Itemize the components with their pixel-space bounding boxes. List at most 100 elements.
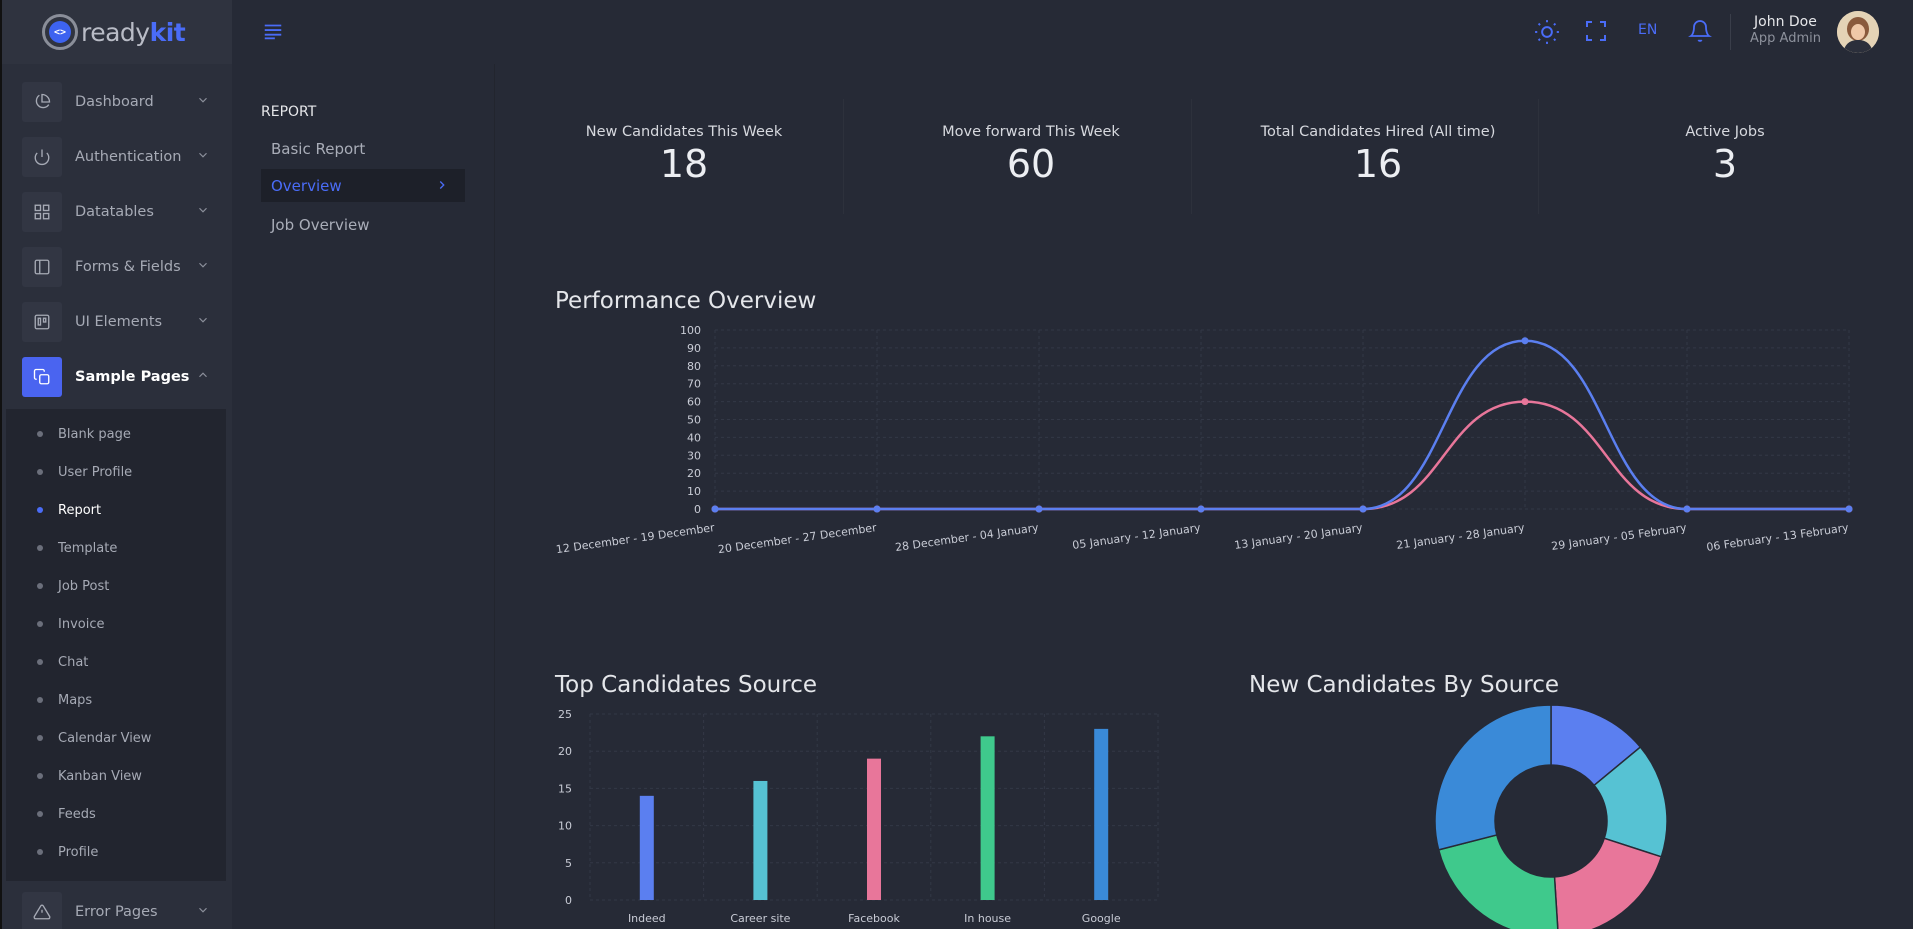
stat-active-jobs: Active Jobs 3 — [1575, 124, 1875, 186]
sidebar-item-error-pages[interactable]: Error Pages — [22, 889, 212, 929]
bar — [753, 780, 768, 900]
stat-value: 16 — [1353, 142, 1403, 186]
y-tick-label: 40 — [687, 431, 701, 444]
data-point — [1521, 398, 1529, 406]
stat-value: 18 — [659, 142, 709, 186]
sidebar-item-dashboard[interactable]: Dashboard — [22, 79, 212, 124]
submenu-item-label: Invoice — [58, 616, 105, 632]
sidebar-item-label: Authentication — [75, 148, 182, 165]
submenu-item-kanban-view[interactable]: Kanban View — [6, 757, 226, 795]
submenu-item-maps[interactable]: Maps — [6, 681, 226, 719]
chevron-up-icon — [199, 372, 207, 378]
grid-icon — [22, 191, 62, 232]
subnav-item-basic-report[interactable]: Basic Report — [261, 132, 465, 165]
y-tick-label: 15 — [558, 782, 572, 795]
x-tick-label: 13 January - 20 January — [1234, 521, 1364, 552]
x-tick-label: Google — [1082, 912, 1121, 925]
power-icon — [22, 136, 62, 177]
y-tick-label: 100 — [680, 324, 701, 337]
submenu-item-label: Feeds — [58, 806, 96, 822]
chevron-down-icon — [199, 262, 207, 268]
sidebar-item-authentication[interactable]: Authentication — [22, 134, 212, 179]
sidebar-item-forms-fields[interactable]: Forms & Fields — [22, 244, 212, 289]
report-subnav: REPORT Basic Report Overview Job Overvie… — [232, 64, 495, 929]
submenu-item-calendar-view[interactable]: Calendar View — [6, 719, 226, 757]
copy-icon — [22, 356, 62, 397]
sidebar: <> readykit Dashboard Authentication Dat… — [0, 0, 232, 929]
menu-toggle-icon[interactable] — [262, 20, 284, 42]
chevron-down-icon — [199, 97, 207, 103]
sun-icon[interactable] — [1534, 19, 1560, 45]
submenu-item-feeds[interactable]: Feeds — [6, 795, 226, 833]
fullscreen-icon[interactable] — [1584, 19, 1608, 43]
bar — [980, 736, 995, 900]
y-tick-label: 50 — [687, 414, 701, 427]
bullet-icon — [37, 735, 43, 741]
alert-triangle-icon — [22, 891, 62, 929]
x-tick-label: 06 February - 13 February — [1706, 521, 1850, 554]
submenu-item-user-profile[interactable]: User Profile — [6, 453, 226, 491]
brand-name-part1: ready — [81, 17, 150, 47]
data-point — [711, 505, 719, 513]
submenu-item-chat[interactable]: Chat — [6, 643, 226, 681]
avatar[interactable] — [1837, 11, 1879, 53]
bar — [1094, 728, 1109, 900]
x-tick-label: 28 December - 04 January — [894, 521, 1040, 554]
x-tick-label: 05 January - 12 January — [1072, 521, 1202, 552]
stat-divider — [1191, 99, 1192, 214]
y-tick-label: 30 — [687, 449, 701, 462]
submenu-item-label: Blank page — [58, 426, 131, 442]
chevron-down-icon — [199, 317, 207, 323]
x-tick-label: 20 December - 27 December — [717, 521, 878, 556]
bar — [867, 758, 881, 900]
subnav-item-label: Basic Report — [271, 139, 366, 158]
bullet-icon — [37, 545, 43, 551]
y-tick-label: 0 — [694, 503, 701, 516]
x-tick-label: Career site — [730, 912, 790, 925]
sample-pages-submenu: Blank page User Profile Report Template … — [6, 409, 226, 881]
brand-name-part2: kit — [149, 17, 186, 47]
data-point — [1197, 505, 1205, 513]
stat-divider — [1538, 99, 1539, 214]
sidebar-item-label: UI Elements — [75, 313, 163, 330]
submenu-item-profile[interactable]: Profile — [6, 833, 226, 871]
y-tick-label: 20 — [558, 745, 572, 758]
y-tick-label: 5 — [565, 857, 572, 870]
pie-slice — [1437, 834, 1559, 929]
chevron-right-icon — [439, 181, 445, 189]
submenu-item-report[interactable]: Report — [6, 491, 226, 529]
candidates-by-source-donut-chart — [1434, 704, 1668, 929]
bullet-icon — [37, 697, 43, 703]
data-point — [1359, 505, 1367, 513]
topbar-divider — [1730, 14, 1731, 50]
data-point — [873, 505, 881, 513]
subnav-item-overview[interactable]: Overview — [261, 169, 465, 202]
submenu-item-invoice[interactable]: Invoice — [6, 605, 226, 643]
bell-icon[interactable] — [1688, 19, 1712, 43]
sidebar-item-datatables[interactable]: Datatables — [22, 189, 212, 234]
submenu-item-label: User Profile — [58, 464, 133, 480]
submenu-item-template[interactable]: Template — [6, 529, 226, 567]
sidebar-item-label: Dashboard — [75, 93, 154, 110]
x-tick-label: 12 December - 19 December — [555, 521, 716, 556]
logo-glyph: <> — [49, 21, 71, 43]
x-tick-label: Indeed — [628, 912, 666, 925]
bullet-icon — [37, 773, 43, 779]
subnav-item-label: Overview — [271, 176, 342, 195]
sidebar-item-label: Datatables — [75, 203, 154, 220]
subnav-item-job-overview[interactable]: Job Overview — [261, 208, 465, 241]
submenu-item-job-post[interactable]: Job Post — [6, 567, 226, 605]
bullet-icon — [37, 583, 43, 589]
sidebar-item-ui-elements[interactable]: UI Elements — [22, 299, 212, 344]
y-tick-label: 90 — [687, 342, 701, 355]
stat-move-forward: Move forward This Week 60 — [881, 124, 1181, 186]
brand[interactable]: <> readykit — [2, 0, 232, 64]
submenu-item-blank-page[interactable]: Blank page — [6, 415, 226, 453]
bullet-icon — [37, 507, 43, 513]
user-name[interactable]: John Doe — [1754, 14, 1817, 30]
language-switcher[interactable]: EN — [1638, 22, 1657, 38]
stat-value: 3 — [1712, 142, 1738, 186]
data-point — [1521, 337, 1529, 345]
sidebar-item-sample-pages[interactable]: Sample Pages — [22, 354, 212, 399]
stat-label: Total Candidates Hired (All time) — [1260, 124, 1496, 140]
